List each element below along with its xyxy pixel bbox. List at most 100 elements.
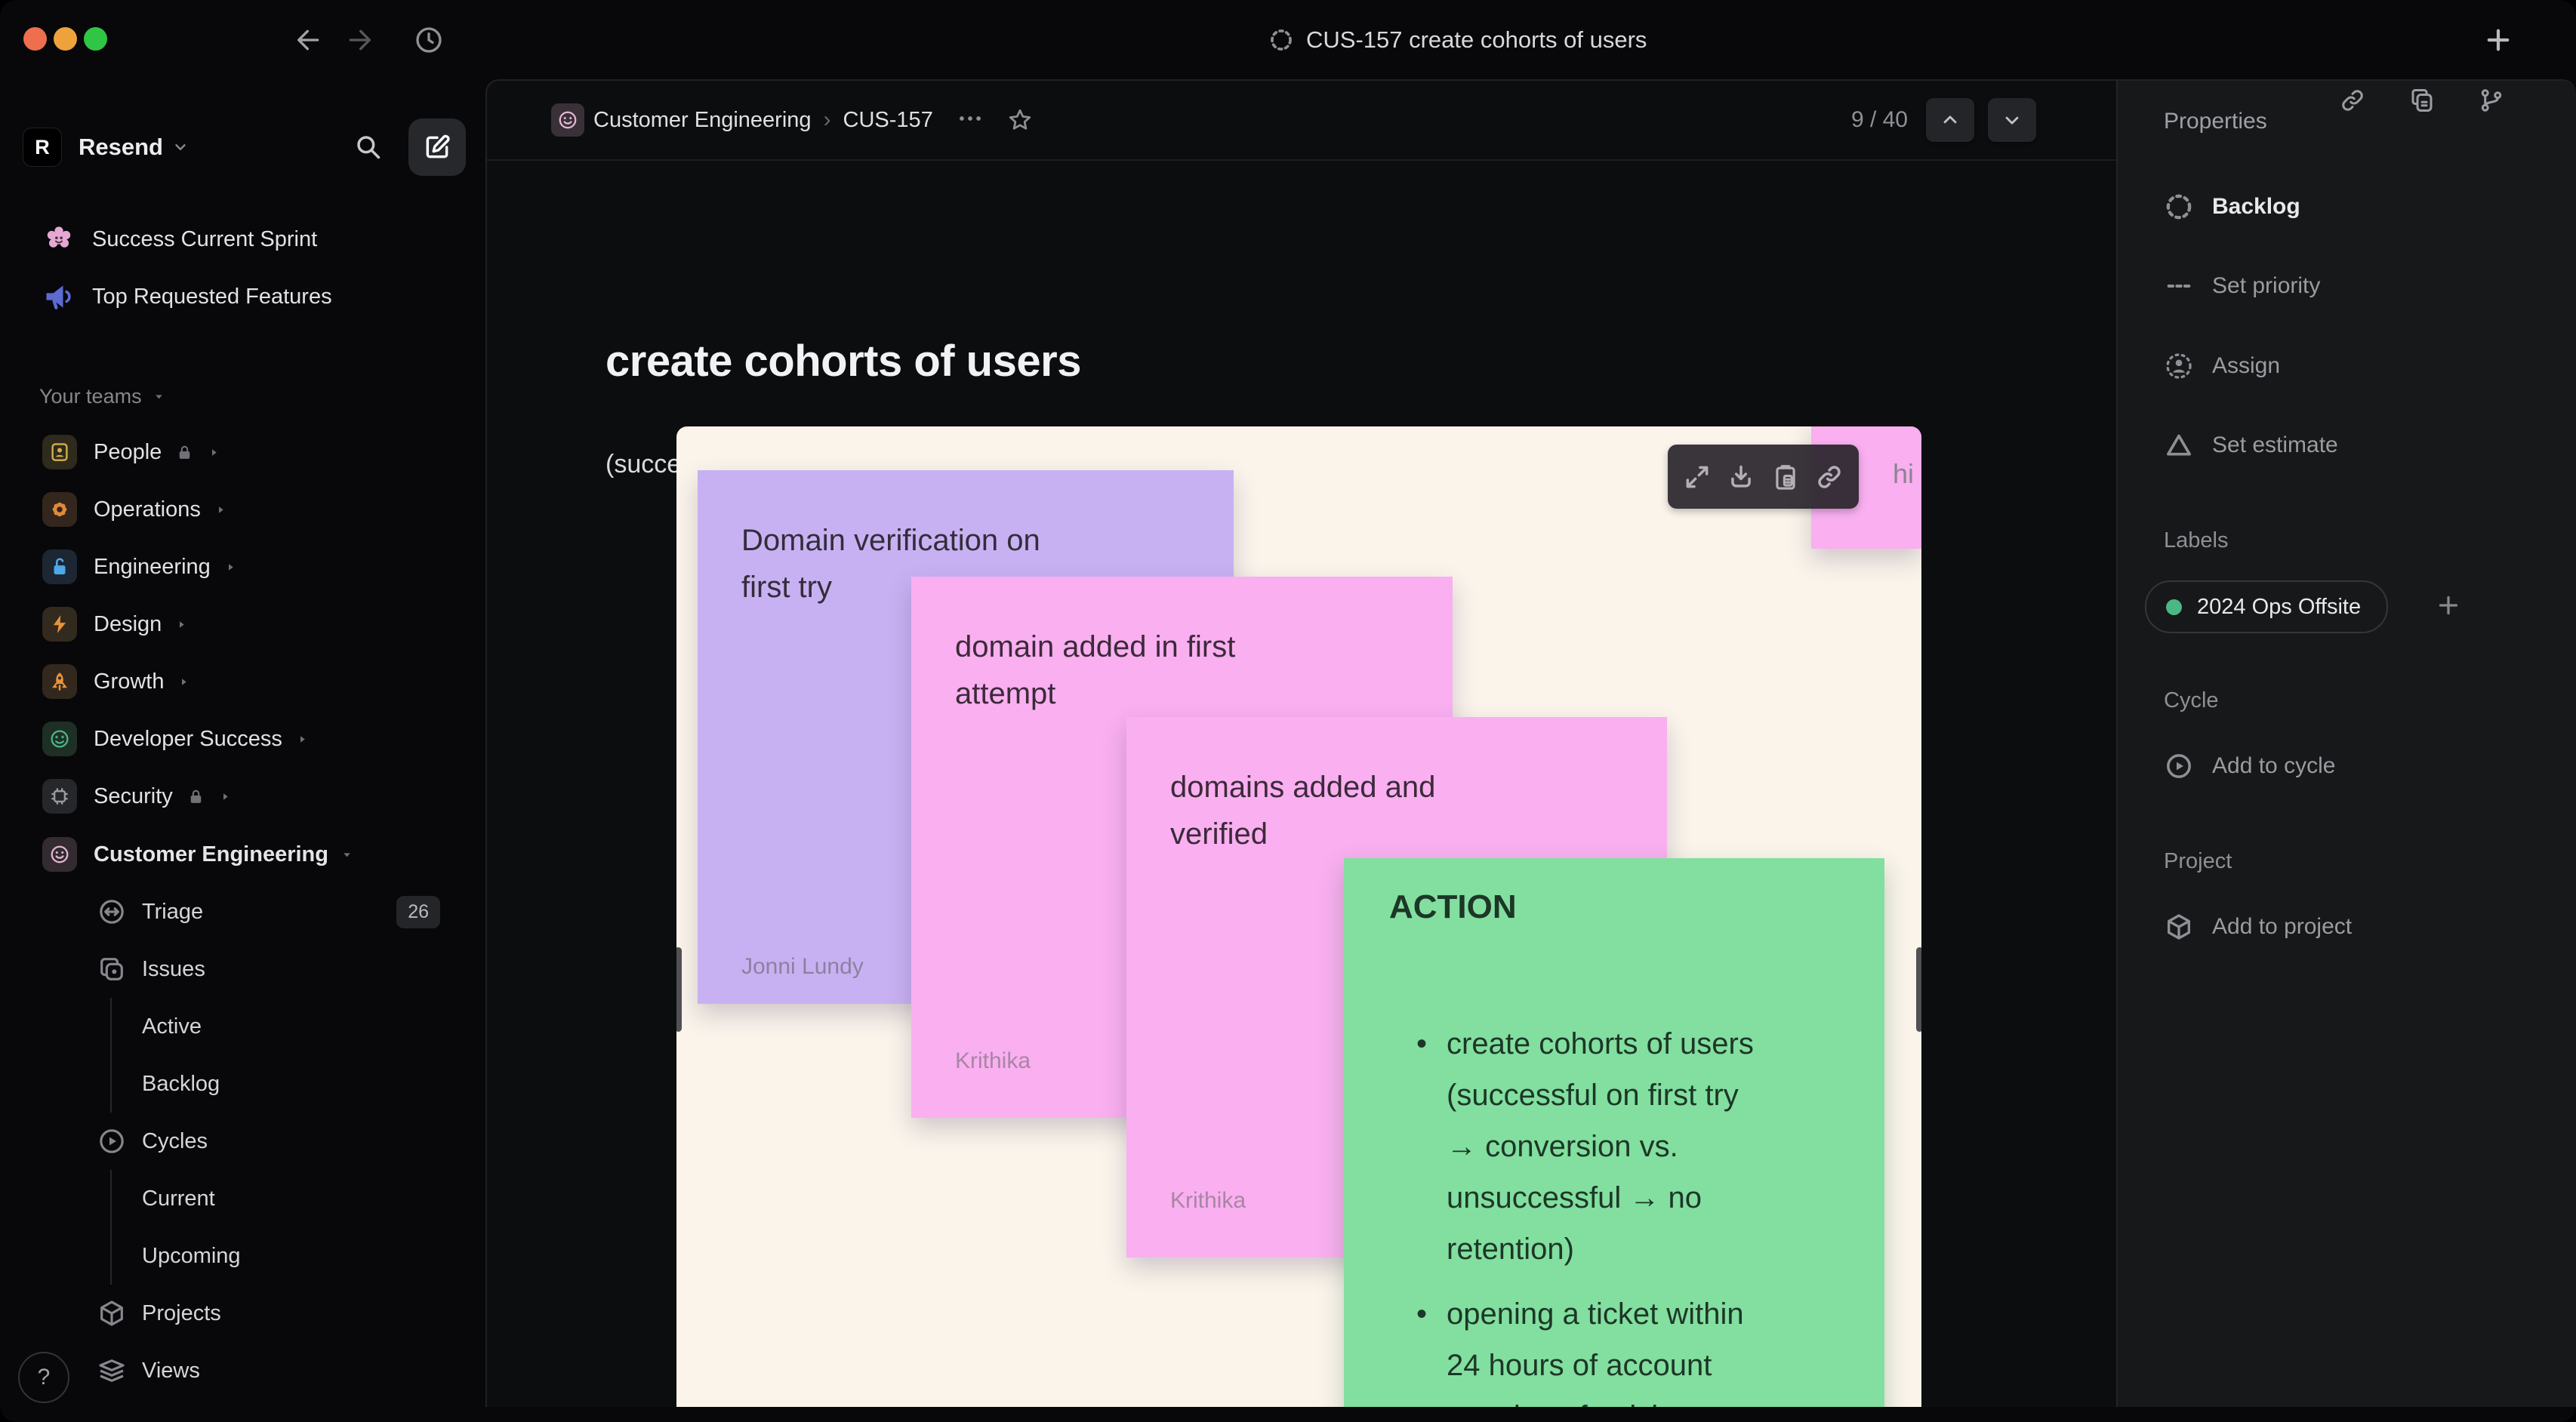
sidebar-item-upcoming[interactable]: Upcoming <box>23 1227 466 1285</box>
team-label: People <box>94 439 162 464</box>
favorites-list: Success Current Sprint Top Requested Fea… <box>23 217 466 334</box>
sidebar-item-cycles[interactable]: Cycles <box>23 1113 466 1170</box>
zoom-window-button[interactable] <box>84 27 107 51</box>
sidebar-team-item[interactable]: Security <box>23 768 466 825</box>
triage-count-badge: 26 <box>396 895 440 928</box>
backlog-status-icon <box>2164 192 2194 222</box>
chevron-right-icon[interactable] <box>214 503 227 516</box>
rocket-icon <box>42 664 77 699</box>
sidebar-item-issues[interactable]: Issues <box>23 940 466 998</box>
labels-section-header: Labels <box>2164 528 2229 552</box>
your-teams-header[interactable]: Your teams <box>39 378 165 414</box>
sidebar-team-item[interactable]: Growth <box>23 653 466 710</box>
history-clock-icon[interactable] <box>414 25 444 55</box>
sticky-note-green: ACTION create cohorts of users (successf… <box>1344 858 1884 1407</box>
sidebar-team-item[interactable]: Developer Success <box>23 710 466 768</box>
download-image-icon[interactable] <box>1727 463 1755 491</box>
sidebar-item-label: Projects <box>142 1300 221 1325</box>
add-label-plus-icon[interactable] <box>2435 592 2462 619</box>
workspace-switcher[interactable]: R Resend <box>23 115 466 179</box>
lock-open-icon <box>42 549 77 584</box>
sidebar-team-item-expanded[interactable]: Customer Engineering <box>23 826 466 883</box>
add-to-project-row[interactable]: Add to project <box>2164 898 2352 956</box>
expand-image-icon[interactable] <box>1683 463 1712 491</box>
git-branch-icon[interactable] <box>2478 87 2505 114</box>
sidebar-favorite-item[interactable]: Top Requested Features <box>23 268 466 325</box>
breadcrumb-issue-id[interactable]: CUS-157 <box>843 108 933 133</box>
image-resize-handle-left[interactable] <box>676 947 682 1032</box>
sticky-note-text: domain added in first attempt <box>955 630 1236 710</box>
next-issue-button[interactable] <box>1988 98 2036 142</box>
forward-icon[interactable] <box>344 25 374 55</box>
copy-link-icon[interactable] <box>2339 87 2366 114</box>
chevron-right-icon[interactable] <box>219 790 232 803</box>
sidebar-team-item[interactable]: Engineering <box>23 538 466 596</box>
cycle-section-header: Cycle <box>2164 688 2219 713</box>
copy-link-icon[interactable] <box>1815 463 1844 491</box>
copy-image-icon[interactable] <box>1771 463 1800 491</box>
minimize-window-button[interactable] <box>54 27 77 51</box>
sticky-note-heading: ACTION <box>1389 888 1517 925</box>
team-label: Engineering <box>94 554 211 579</box>
assign-row[interactable]: Assign <box>2164 337 2280 395</box>
sidebar-item-projects[interactable]: Projects <box>23 1285 466 1342</box>
new-tab-plus-icon[interactable] <box>2482 24 2514 56</box>
chevron-right-icon[interactable] <box>224 561 237 574</box>
titlebar: CUS-157 create cohorts of users <box>0 0 2576 79</box>
sidebar-item-triage[interactable]: Triage 26 <box>23 883 466 940</box>
bullet-item: create cohorts of users (successful on f… <box>1416 1018 1839 1275</box>
teams-list: People Operations Engineering Design Gro… <box>23 423 466 825</box>
copy-id-icon[interactable] <box>2408 87 2436 114</box>
properties-panel: Properties Backlog Set priority Assign S… <box>2116 81 2576 1407</box>
more-actions-icon[interactable] <box>956 104 984 137</box>
issue-title[interactable]: create cohorts of users <box>605 336 1081 386</box>
sidebar-item-active[interactable]: Active <box>23 998 466 1055</box>
attached-image[interactable]: Domain verification on first try Jonni L… <box>676 426 1921 1407</box>
team-label: Growth <box>94 669 165 694</box>
project-cube-icon <box>2164 912 2194 942</box>
project-section-header: Project <box>2164 849 2232 873</box>
megaphone-icon <box>42 280 75 313</box>
estimate-row[interactable]: Set estimate <box>2164 417 2338 474</box>
sidebar-team-item[interactable]: People <box>23 423 466 481</box>
star-face-icon <box>42 722 77 756</box>
breadcrumb: Customer Engineering › CUS-157 <box>551 81 1033 159</box>
add-to-cycle-row[interactable]: Add to cycle <box>2164 737 2335 795</box>
sidebar-item-label: Active <box>142 1014 202 1039</box>
label-pill[interactable]: 2024 Ops Offsite <box>2145 580 2389 633</box>
new-issue-button[interactable] <box>408 119 466 176</box>
chevron-down-icon <box>172 139 189 155</box>
sidebar-team-item[interactable]: Design <box>23 596 466 653</box>
sidebar-item-backlog[interactable]: Backlog <box>23 1055 466 1113</box>
sidebar-favorite-item[interactable]: Success Current Sprint <box>23 217 466 268</box>
previous-issue-button[interactable] <box>1926 98 1974 142</box>
priority-row[interactable]: Set priority <box>2164 257 2320 315</box>
favorite-star-icon[interactable] <box>1007 107 1033 133</box>
sticky-note-bullets: create cohorts of users (successful on f… <box>1416 1018 1839 1407</box>
image-resize-handle-right[interactable] <box>1916 947 1921 1032</box>
close-window-button[interactable] <box>23 27 47 51</box>
add-to-cycle-label: Add to cycle <box>2212 753 2336 778</box>
status-row[interactable]: Backlog <box>2164 178 2300 235</box>
chip-icon <box>42 779 77 814</box>
help-button[interactable]: ? <box>18 1352 69 1403</box>
estimate-icon <box>2164 430 2194 460</box>
sidebar-item-label: Backlog <box>142 1071 220 1096</box>
sidebar-item-label: Views <box>142 1358 200 1383</box>
breadcrumb-team[interactable]: Customer Engineering <box>593 108 812 133</box>
smiley-icon <box>42 837 77 872</box>
label-text: 2024 Ops Offsite <box>2197 594 2362 619</box>
sidebar-team-item[interactable]: Operations <box>23 481 466 538</box>
caret-down-icon <box>344 852 350 857</box>
search-icon[interactable] <box>354 133 383 162</box>
triage-icon <box>97 897 127 927</box>
pager-count: 9 / 40 <box>1850 107 1908 132</box>
chevron-right-icon[interactable] <box>177 676 190 688</box>
chevron-right-icon[interactable] <box>208 446 220 459</box>
sidebar-item-views[interactable]: Views <box>23 1342 466 1399</box>
sidebar-item-label: Triage <box>142 899 204 924</box>
chevron-right-icon[interactable] <box>296 733 309 746</box>
chevron-right-icon[interactable] <box>175 618 188 631</box>
back-icon[interactable] <box>294 25 324 55</box>
sidebar-item-current[interactable]: Current <box>23 1170 466 1227</box>
